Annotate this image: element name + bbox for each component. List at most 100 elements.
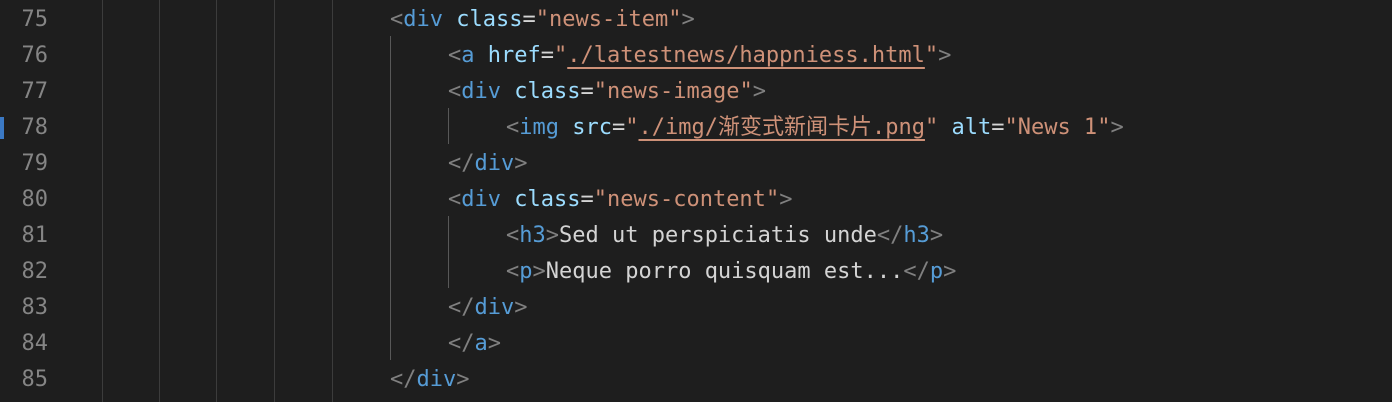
attr-name: class <box>514 79 581 104</box>
code-text: </div> <box>448 146 528 182</box>
punct: " <box>593 187 607 212</box>
attr-value: news-item <box>548 7 669 32</box>
line-number: 80 <box>21 187 49 212</box>
punct: < <box>506 259 520 284</box>
punct: = <box>612 115 626 140</box>
punct: > <box>514 151 528 176</box>
tag-name: div <box>474 295 515 320</box>
code-line[interactable]: 78 <img src="./img/渐变式新闻卡片.png" alt="New… <box>0 110 1392 146</box>
code-line[interactable]: 85 </div> <box>0 362 1392 398</box>
punct: </ <box>448 151 475 176</box>
line-number: 84 <box>21 331 49 356</box>
code-line[interactable]: 76 <a href="./latestnews/happniess.html"… <box>0 38 1392 74</box>
code-line[interactable]: 75 <div class="news-item"> <box>0 2 1392 38</box>
punct: < <box>448 187 462 212</box>
attr-name: class <box>514 187 581 212</box>
punct: > <box>779 187 793 212</box>
punct: = <box>580 187 594 212</box>
punct: " <box>535 7 549 32</box>
element-text: Sed ut perspiciatis unde <box>559 223 877 248</box>
punct: " <box>593 79 607 104</box>
code-text: <img src="./img/渐变式新闻卡片.png" alt="News 1… <box>506 110 1124 146</box>
attr-name: src <box>572 115 612 140</box>
code-text: <div class="news-content"> <box>448 182 792 218</box>
line-number: 85 <box>21 367 49 392</box>
code-line[interactable]: 77 <div class="news-image"> <box>0 74 1392 110</box>
punct: = <box>991 115 1005 140</box>
punct: > <box>943 259 957 284</box>
punct: </ <box>390 367 417 392</box>
punct: " <box>1097 115 1111 140</box>
punct: </ <box>448 295 475 320</box>
code-line[interactable]: 80 <div class="news-content"> <box>0 182 1392 218</box>
code-text: <div class="news-image"> <box>448 74 766 110</box>
punct: = <box>540 43 554 68</box>
attr-value: news-content <box>606 187 766 212</box>
link-path[interactable]: ./img/渐变式新闻卡片.png <box>639 115 925 140</box>
punct: > <box>938 43 952 68</box>
tag-name: div <box>403 7 443 32</box>
tag-name: img <box>519 115 559 140</box>
code-line[interactable]: 83 </div> <box>0 290 1392 326</box>
code-text: <p>Neque porro quisquam est...</p> <box>506 254 956 290</box>
punct: " <box>1004 115 1018 140</box>
tag-name: a <box>474 331 488 356</box>
code-line[interactable]: 81 <h3>Sed ut perspiciatis unde</h3> <box>0 218 1392 254</box>
punct: </ <box>448 331 475 356</box>
punct: " <box>924 115 939 140</box>
line-number: 83 <box>21 295 49 320</box>
punct: > <box>681 7 695 32</box>
punct: = <box>522 7 536 32</box>
line-number: 76 <box>21 43 49 68</box>
code-line[interactable]: 79 </div> <box>0 146 1392 182</box>
tag-name: a <box>461 43 475 68</box>
tag-name: h3 <box>519 223 546 248</box>
attr-name: class <box>456 7 523 32</box>
punct: " <box>668 7 682 32</box>
code-editor[interactable]: 75 <div class="news-item"> 76 <a href=".… <box>0 0 1392 402</box>
tag-name: p <box>929 259 944 284</box>
attr-name: href <box>487 43 541 68</box>
punct: > <box>929 223 944 248</box>
punct: < <box>448 43 462 68</box>
code-text: </div> <box>390 362 470 398</box>
punct: " <box>765 187 780 212</box>
code-text: <div class="news-item"> <box>390 2 695 38</box>
tag-name: div <box>474 151 515 176</box>
punct: > <box>456 367 470 392</box>
punct: > <box>1110 115 1124 140</box>
punct: > <box>514 295 528 320</box>
line-number: 82 <box>21 259 49 284</box>
punct: < <box>506 223 520 248</box>
line-number: 78 <box>21 115 49 140</box>
punct: </ <box>903 259 930 284</box>
punct: > <box>752 79 766 104</box>
code-line[interactable]: 84 </a> <box>0 326 1392 362</box>
tag-name: h3 <box>903 223 930 248</box>
line-number: 77 <box>21 79 49 104</box>
tag-name: p <box>519 259 533 284</box>
punct: " <box>739 79 753 104</box>
code-text: <a href="./latestnews/happniess.html"> <box>448 38 951 74</box>
tag-name: div <box>461 187 501 212</box>
punct: > <box>545 223 559 248</box>
punct: > <box>532 259 546 284</box>
line-number: 81 <box>21 223 49 248</box>
element-text: Neque porro quisquam est... <box>545 259 904 284</box>
line-number: 75 <box>21 7 49 32</box>
code-text: </div> <box>448 290 528 326</box>
link-path[interactable]: ./latestnews/happniess.html <box>567 43 925 68</box>
punct: " <box>553 43 568 68</box>
punct: </ <box>876 223 904 248</box>
punct: = <box>580 79 594 104</box>
tag-name: div <box>416 367 457 392</box>
punct: " <box>924 43 939 68</box>
punct: " <box>625 115 639 140</box>
punct: < <box>390 7 404 32</box>
code-line[interactable]: 82 <p>Neque porro quisquam est...</p> <box>0 254 1392 290</box>
code-text: <h3>Sed ut perspiciatis unde</h3> <box>506 218 943 254</box>
attr-value: News 1 <box>1017 115 1098 140</box>
attr-name: alt <box>951 115 992 140</box>
punct: < <box>448 79 462 104</box>
punct: < <box>506 115 520 140</box>
